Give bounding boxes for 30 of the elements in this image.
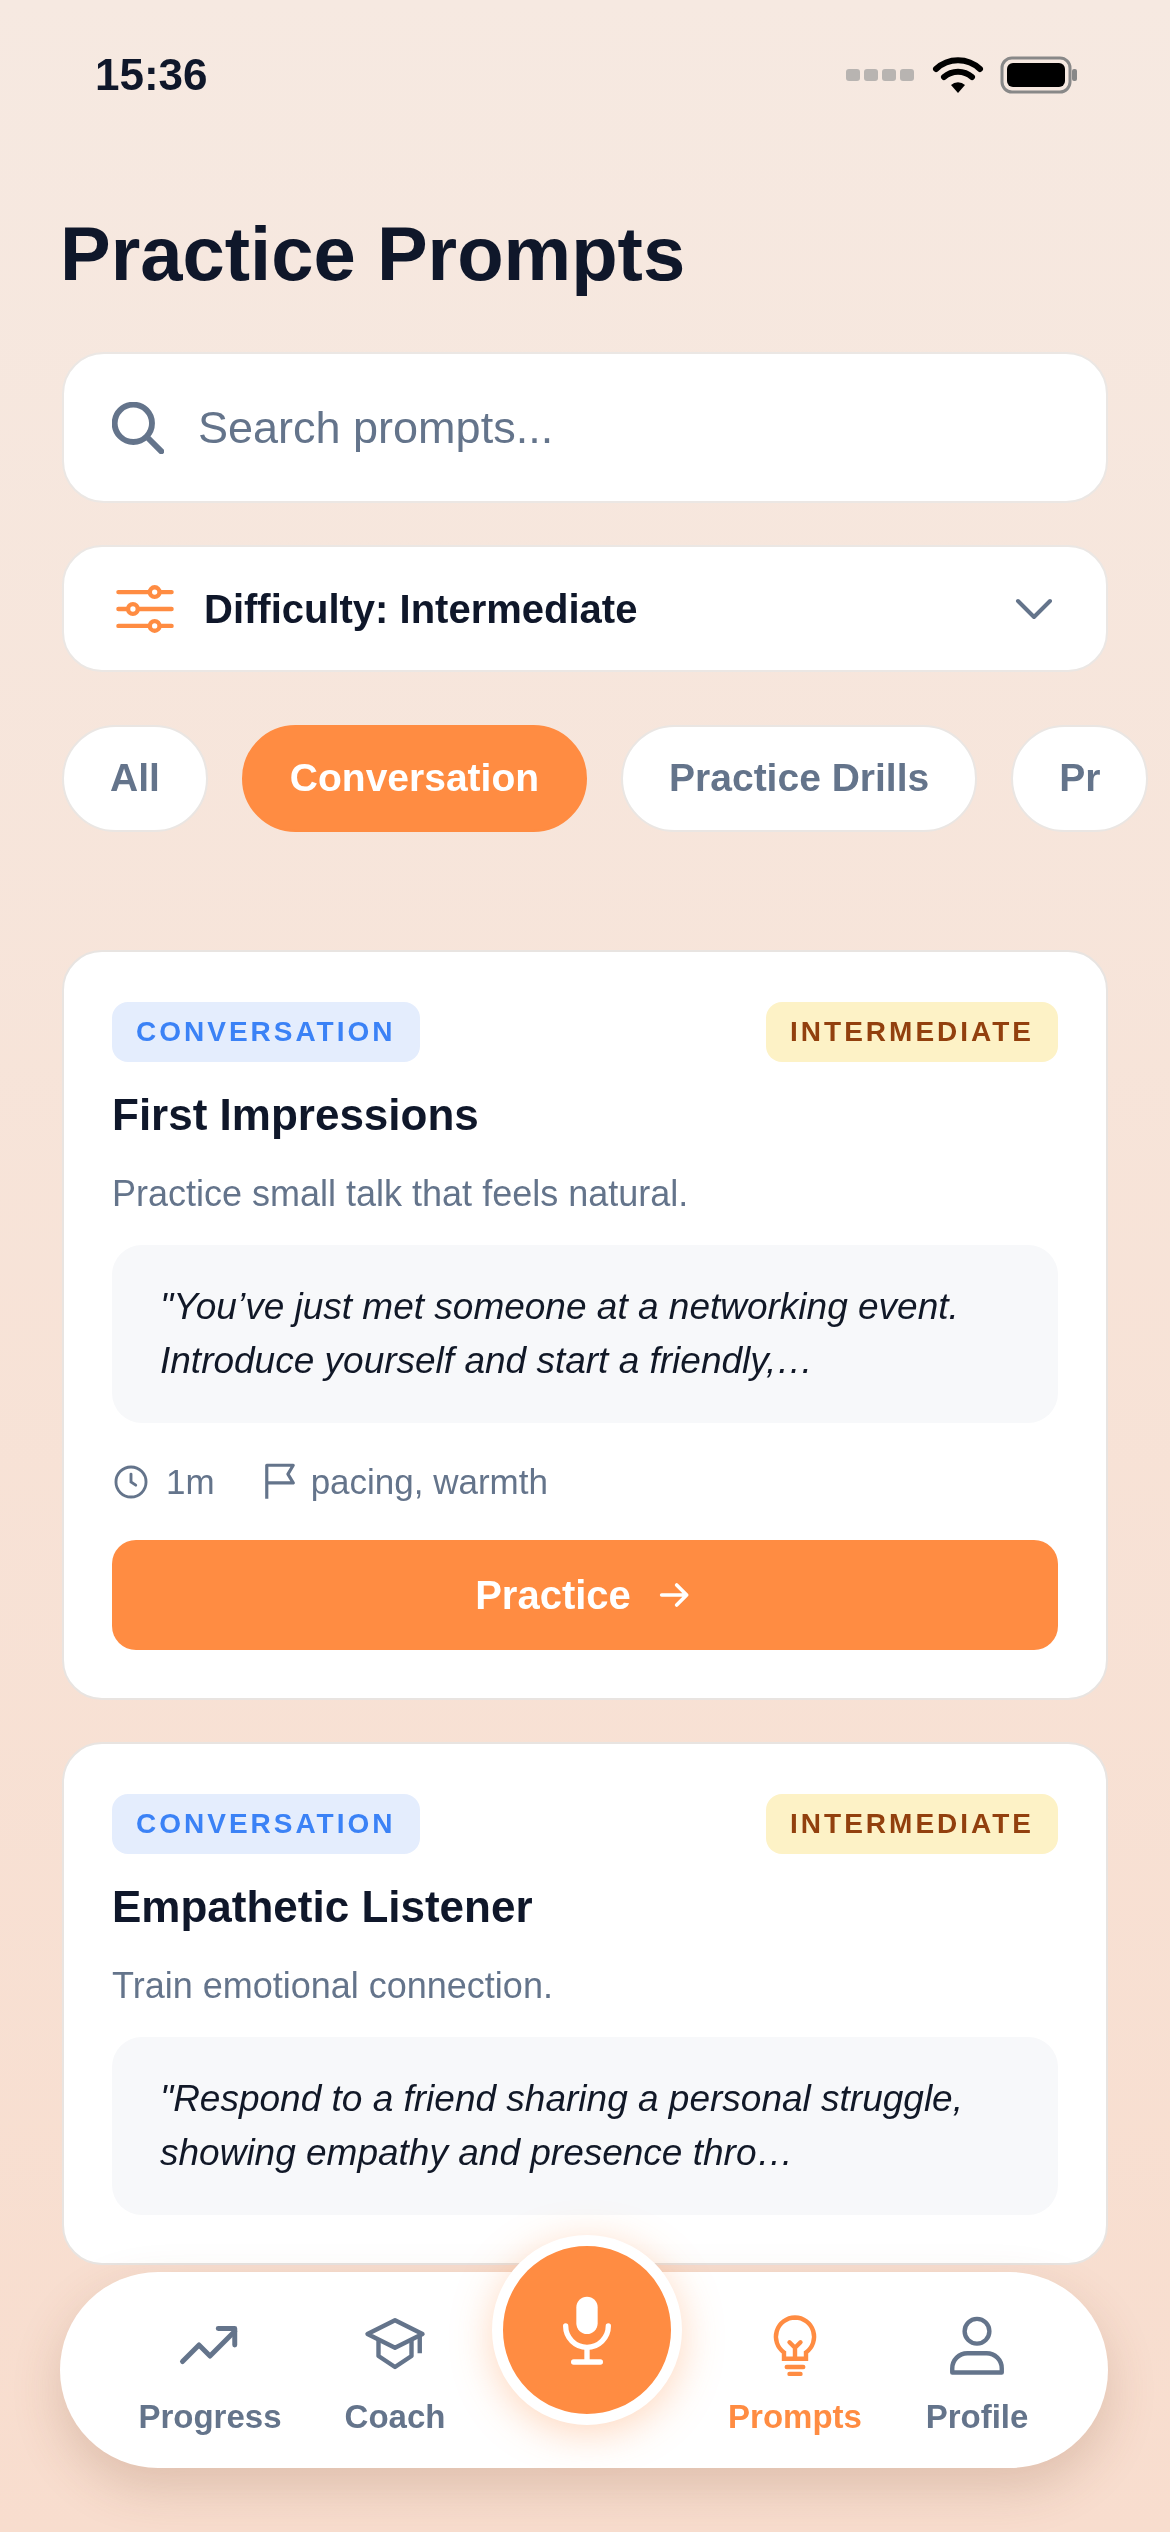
category-tag: CONVERSATION (112, 1002, 420, 1062)
search-field[interactable]: Search prompts... (62, 352, 1108, 503)
tab-item[interactable]: Profile (892, 2312, 1062, 2442)
difficulty-tag: INTERMEDIATE (766, 1002, 1058, 1062)
clock-time: 15:36 (95, 49, 208, 101)
category-tag: CONVERSATION (112, 1794, 420, 1854)
page-title: Practice Prompts (60, 212, 687, 296)
wifi-icon (932, 55, 984, 95)
duration-text: 1m (166, 1460, 215, 1503)
clock-icon (112, 1463, 150, 1501)
prompt-description: Practice small talk that feels natural. (112, 1172, 690, 1216)
tab-item[interactable]: Coach (310, 2312, 480, 2442)
tab-item[interactable]: Progress (125, 2312, 295, 2442)
flag-icon (264, 1463, 295, 1501)
prompt-quote: "Respond to a friend sharing a personal struggle, showing empathy and presence thro… (160, 2077, 964, 2175)
difficulty-tag: INTERMEDIATE (766, 1794, 1058, 1854)
signal-icon (846, 67, 916, 83)
battery-icon (1000, 56, 1078, 94)
difficulty-dropdown[interactable]: Difficulty: Intermediate (62, 545, 1108, 672)
skills-text: pacing, warmth (310, 1460, 548, 1503)
prompt-title: First Impressions (112, 1089, 480, 1141)
category-chip[interactable]: Pr (1011, 725, 1149, 832)
prompt-description: Train emotional connection. (112, 1964, 554, 2008)
sliders-icon (116, 583, 174, 634)
prompt-quote: "You’ve just met someone at a networking event. Introduce yourself and start a friendly,… (160, 1285, 960, 1383)
search-icon (112, 402, 164, 454)
prompt-title: Empathetic Listener (112, 1881, 534, 1933)
chevron-down-icon (1014, 596, 1054, 621)
category-chip[interactable]: Practice Drills (621, 725, 978, 832)
category-chip[interactable]: All (62, 725, 208, 832)
